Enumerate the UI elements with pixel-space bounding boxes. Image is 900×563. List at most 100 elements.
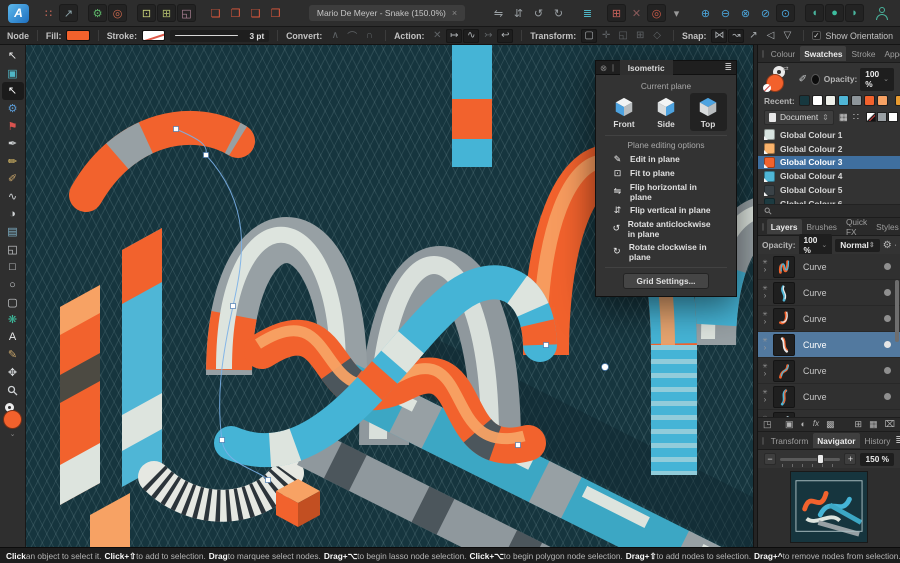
affinity-designer-logo[interactable]: A xyxy=(8,3,29,23)
eyedropper-icon[interactable]: ✐ xyxy=(799,74,807,85)
snapping-caret-icon[interactable]: ▾ xyxy=(667,4,686,22)
iso-option-flip-horizontal-in-plane[interactable]: ⇋ Flip horizontal in plane xyxy=(596,180,736,203)
layer-visibility-dot[interactable] xyxy=(884,289,891,296)
panel-grip-icon[interactable]: ∥ xyxy=(761,49,765,58)
boolean-subtract-icon[interactable]: ⊖ xyxy=(716,4,735,22)
document-tab[interactable]: Mario De Meyer - Snake (150.0%) × xyxy=(308,5,466,21)
place-image-tool[interactable]: ▤ xyxy=(2,223,24,241)
break-curve-icon[interactable]: ✕ xyxy=(429,29,445,43)
navigator-preview-area[interactable] xyxy=(758,468,900,547)
ellipse-tool[interactable]: ○ xyxy=(2,276,24,294)
transform-origin-icon[interactable]: ◱ xyxy=(615,29,631,43)
snap-to-node-icon[interactable]: ⋈ xyxy=(711,28,728,43)
swap-colours-icon[interactable]: ⇄ xyxy=(783,65,789,73)
tab-studio-transform[interactable]: Transform xyxy=(767,433,813,448)
fill-colour-circle[interactable] xyxy=(2,409,22,429)
close-curve-icon[interactable]: ↦ xyxy=(446,28,463,43)
recent-swatch[interactable] xyxy=(863,95,875,106)
geometry-intersect-icon[interactable]: ❑ xyxy=(246,4,265,22)
tab-swatches-appearance[interactable]: Appearance xyxy=(880,46,900,61)
settings-gear-icon[interactable]: ⚙ xyxy=(88,4,107,22)
boolean-xor-icon[interactable]: ⊘ xyxy=(756,4,775,22)
recent-swatch[interactable] xyxy=(798,95,810,106)
layer-visibility-dot[interactable] xyxy=(884,367,891,374)
swatch-list-view-icon[interactable]: ∷ xyxy=(853,112,859,123)
swatch-search-field[interactable] xyxy=(758,204,900,217)
corner-tool[interactable]: ⚙ xyxy=(2,100,24,118)
plane-button-side[interactable]: Side xyxy=(648,93,685,131)
order-back-icon[interactable]: ◖ xyxy=(805,4,825,22)
grey-swatch[interactable] xyxy=(876,112,887,122)
order-front-icon[interactable]: ◗ xyxy=(845,4,865,22)
zoom-value-well[interactable]: 150 % xyxy=(860,452,894,466)
layer-visibility-dot[interactable] xyxy=(884,263,891,270)
rotate-ccw-icon[interactable]: ↺ xyxy=(529,4,548,22)
transform-scale-icon[interactable]: ⊞ xyxy=(632,29,648,43)
iso-option-edit-in-plane[interactable]: ✎ Edit in plane xyxy=(596,152,736,166)
layer-expand-chevron[interactable]: ✳› xyxy=(760,364,770,378)
close-tab-icon[interactable]: × xyxy=(452,8,457,18)
iso-option-fit-to-plane[interactable]: ⊡ Fit to plane xyxy=(596,166,736,180)
none-swatch[interactable] xyxy=(865,112,876,122)
delete-layer-icon[interactable]: ⌧ xyxy=(885,420,895,429)
vector-crop-tool[interactable]: ◱ xyxy=(2,241,24,259)
recent-swatch[interactable] xyxy=(811,95,823,106)
panel-grip-icon[interactable]: ∥ xyxy=(761,436,765,445)
snapping-options-icon[interactable]: ◎ xyxy=(647,4,667,22)
lock-icon[interactable] xyxy=(894,240,896,250)
smooth-corner-icon[interactable]: ⌒ xyxy=(344,29,360,43)
global-colour-row[interactable]: Global Colour 1 xyxy=(758,128,900,142)
global-colour-row[interactable]: Global Colour 4 xyxy=(758,169,900,183)
layer-visibility-dot[interactable] xyxy=(884,341,891,348)
snap-middle-icon[interactable]: ⊞ xyxy=(157,4,176,22)
tab-studio-history[interactable]: History xyxy=(861,433,895,448)
blend-mode-select[interactable]: Normal ⇕ xyxy=(835,238,880,252)
colour-picker-tool[interactable]: ✎ xyxy=(2,346,24,364)
layer-expand-chevron[interactable]: ✳› xyxy=(760,338,770,352)
export-persona-icon[interactable]: ↗ xyxy=(59,4,78,22)
group-layers-icon[interactable]: ▦ xyxy=(869,420,878,429)
rotate-cw-icon[interactable]: ↻ xyxy=(549,4,568,22)
new-layer-icon[interactable]: ⊞ xyxy=(855,420,863,429)
zoom-out-button[interactable]: − xyxy=(764,453,776,465)
transform-skew-icon[interactable]: ◇ xyxy=(649,29,665,43)
layer-visibility-dot[interactable] xyxy=(884,393,891,400)
zoom-tool[interactable] xyxy=(2,381,24,399)
reverse-curves-icon[interactable]: ↩ xyxy=(497,28,514,43)
opacity-dropdown[interactable]: 100 % ⌄ xyxy=(860,67,894,91)
tab-swatches-stroke[interactable]: Stroke xyxy=(847,46,879,61)
panel-grip-icon[interactable]: ∥ xyxy=(761,222,765,231)
smooth-curve-icon[interactable]: ∿ xyxy=(463,28,480,43)
fill-layer-icon[interactable]: ▣ xyxy=(785,420,794,429)
layer-row[interactable]: ✳›Curve xyxy=(758,306,900,332)
show-orientation-checkbox[interactable]: ✓ xyxy=(812,31,821,40)
geometry-add-icon[interactable]: ❏ xyxy=(206,4,225,22)
sharp-corner-icon[interactable]: ∧ xyxy=(327,29,343,43)
order-middle-icon[interactable]: ● xyxy=(825,4,845,22)
snap-to-geometry-icon[interactable]: ↗ xyxy=(745,29,761,43)
blend-options-gear-icon[interactable]: ⚙ xyxy=(883,240,892,251)
layer-row[interactable]: ✳›Curve xyxy=(758,384,900,410)
layer-expand-chevron[interactable]: ✳› xyxy=(760,390,770,404)
adjustment-layer-icon[interactable]: ◐ xyxy=(800,420,805,429)
layer-row[interactable]: ✳›Curve xyxy=(758,410,900,417)
geometry-divide-icon[interactable]: ❒ xyxy=(266,4,285,22)
layer-row[interactable]: ✳›Curve xyxy=(758,332,900,358)
tab-layers-layers[interactable]: Layers xyxy=(766,219,802,234)
layers-scrollbar[interactable] xyxy=(895,280,899,342)
global-colour-row[interactable]: Global Colour 6 xyxy=(758,197,900,204)
view-tool[interactable]: ✥ xyxy=(2,364,24,382)
recent-swatch[interactable] xyxy=(894,95,900,106)
plane-button-top[interactable]: Top xyxy=(689,93,727,131)
fill-tool[interactable]: ⚑ xyxy=(2,117,24,135)
layer-expand-chevron[interactable]: ✳› xyxy=(760,286,770,300)
join-curves-icon[interactable]: ↣ xyxy=(480,29,496,43)
mask-layer-icon[interactable]: ▩ xyxy=(826,420,835,429)
zoom-in-button[interactable]: + xyxy=(844,453,857,465)
flip-vertical-icon[interactable]: ⇵ xyxy=(509,4,528,22)
vector-brush-tool[interactable]: ∿ xyxy=(2,188,24,206)
tab-layers-brushes[interactable]: Brushes xyxy=(803,219,841,234)
transparency-tool[interactable]: ◑ xyxy=(2,205,24,223)
layer-expand-chevron[interactable]: ✳› xyxy=(760,260,770,274)
global-colour-row[interactable]: Global Colour 5 xyxy=(758,183,900,197)
